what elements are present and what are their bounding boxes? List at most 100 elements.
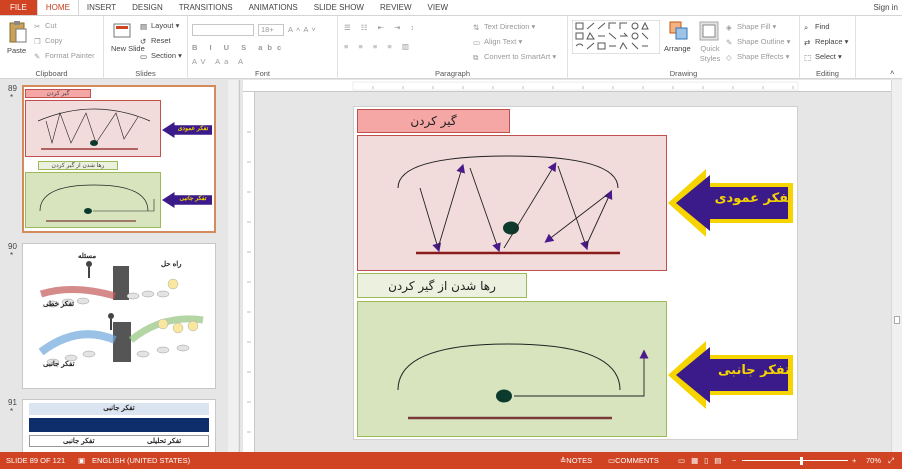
replace-icon: ⇄: [804, 37, 811, 47]
shape-outline-button[interactable]: ✎ Shape Outline ▾: [726, 37, 790, 47]
thumb89-bounce-diagram: [37, 108, 151, 150]
tab-review[interactable]: REVIEW: [372, 0, 420, 15]
paste-button[interactable]: Paste: [7, 46, 26, 55]
find-button[interactable]: ⌕ Find: [804, 22, 830, 32]
vertical-thinking-diagram-box[interactable]: [357, 135, 667, 271]
brush-icon: ✎: [34, 51, 41, 61]
tab-design[interactable]: DESIGN: [124, 0, 171, 15]
shape-fill-label: Shape Fill: [737, 22, 771, 31]
zoom-slider[interactable]: [742, 460, 848, 461]
thumb-number-91: 91: [8, 398, 17, 407]
cut-button[interactable]: ✂ Cut: [34, 21, 57, 31]
thumb89-lateral-label: تفکر جانبی: [179, 196, 207, 202]
view-buttons[interactable]: ▭▦▯▤: [678, 452, 727, 469]
paragraph-group: ☰ ☷ ⇤ ⇥ ↕ ≡ ≡ ≡ ≡ ▥ ⇅ Text Direction ▾ ▭ A…: [338, 16, 568, 80]
effects-icon: ◇: [726, 52, 732, 62]
ribbon: Paste ✂ Cut ❐ Copy ✎ Format Painter Clipboa…: [0, 15, 902, 80]
comments-label: COMMENTS: [615, 456, 659, 465]
quick-styles-button[interactable]: Quick Styles: [697, 44, 723, 64]
copy-button[interactable]: ❐ Copy: [34, 36, 63, 46]
shapes-gallery[interactable]: [572, 20, 660, 54]
paste-icon[interactable]: [8, 20, 28, 44]
font-family-combo[interactable]: [192, 24, 254, 36]
tab-insert[interactable]: INSERT: [79, 0, 124, 15]
zoom-in-button[interactable]: +: [852, 452, 856, 469]
sign-in-link[interactable]: Sign in: [874, 0, 898, 15]
layout-button[interactable]: ▤ Layout ▾: [140, 21, 179, 31]
collapse-ribbon-icon[interactable]: ˄: [890, 68, 894, 77]
align-text-button[interactable]: ▭ Align Text ▾: [473, 37, 522, 47]
section-button[interactable]: ▭ Section ▾: [140, 51, 182, 61]
slide-editing-canvas: گیر کردن تفکر عمودی رها شدن از گیر کردن …: [243, 80, 891, 452]
notes-label: NOTES: [566, 456, 593, 465]
tab-transitions[interactable]: TRANSITIONS: [171, 0, 241, 15]
find-label: Find: [815, 22, 830, 31]
thumb90-lateral-label: تفکر جانبی: [43, 361, 75, 368]
replace-label: Replace: [815, 37, 843, 46]
zoom-out-button[interactable]: −: [732, 452, 736, 469]
thumb89-release-label: رها شدن از گیر کردن: [38, 161, 118, 170]
slide-thumbnail-91[interactable]: تفکر جانبی تفکر جانبی تفکر تحلیلی: [22, 399, 216, 452]
fit-slide-icon[interactable]: ⤢: [888, 452, 894, 469]
slides-group: New Slide ▤ Layout ▾ ↺ Reset ▭ Section ▾ Sl…: [104, 16, 188, 80]
scrollbar-thumb[interactable]: [894, 316, 900, 324]
reset-icon: ↺: [140, 36, 147, 46]
format-painter-button[interactable]: ✎ Format Painter: [34, 51, 95, 61]
comments-button[interactable]: ▭ COMMENTS: [608, 452, 659, 469]
slides-label: Slides: [135, 69, 156, 78]
tab-file[interactable]: FILE: [0, 0, 37, 15]
ribbon-tabs: FILE HOME INSERT DESIGN TRANSITIONS ANIM…: [0, 0, 902, 15]
font-label: Font: [254, 69, 270, 78]
arrange-button[interactable]: Arrange: [664, 44, 691, 53]
zoom-level[interactable]: 70%: [866, 452, 881, 469]
font-size-combo[interactable]: 18+: [258, 24, 284, 36]
thumbnail-scrollbar[interactable]: [228, 80, 238, 452]
arrange-icon[interactable]: [668, 20, 690, 42]
thumb-star-90: *: [10, 251, 14, 260]
spell-check-icon[interactable]: ▣: [78, 452, 85, 469]
align-buttons[interactable]: ≡ ≡ ≡ ≡ ▥: [344, 42, 413, 51]
replace-button[interactable]: ⇄ Replace ▾: [804, 37, 848, 47]
font-color-buttons[interactable]: AV Aa A: [192, 57, 247, 66]
horizontal-ruler: [243, 80, 891, 92]
thumb-star-91: *: [10, 407, 14, 416]
stuck-title-text: گیر کردن: [410, 114, 457, 128]
shape-effects-button[interactable]: ◇ Shape Effects ▾: [726, 52, 789, 62]
slide-thumbnail-90[interactable]: مسئله راه حل تفکر خطی تفکر جانبی: [22, 243, 216, 389]
list-buttons[interactable]: ☰ ☷ ⇤ ⇥ ↕: [344, 23, 418, 32]
select-button[interactable]: ⬚ Select ▾: [804, 52, 842, 62]
language-status[interactable]: ENGLISH (UNITED STATES): [92, 452, 190, 469]
tab-animations[interactable]: ANIMATIONS: [241, 0, 306, 15]
select-label: Select: [815, 52, 836, 61]
tab-home[interactable]: HOME: [36, 0, 79, 15]
quick-styles-icon[interactable]: [698, 20, 720, 42]
thumb90-linear-label: تفکر خطی: [43, 301, 75, 308]
drawing-group: Arrange Quick Styles ◈ Shape Fill ▾ ✎ Shap…: [568, 16, 800, 80]
paragraph-label: Paragraph: [434, 69, 471, 78]
font-style-buttons[interactable]: B I U S abc: [192, 43, 286, 52]
lateral-thinking-diagram-box[interactable]: [357, 301, 667, 437]
tab-slide-show[interactable]: SLIDE SHOW: [306, 0, 372, 15]
slide-count-status: SLIDE 89 OF 121: [6, 456, 66, 465]
grow-shrink-font-buttons[interactable]: A˄A˅: [288, 25, 319, 34]
thumb91-lateral: تفکر جانبی: [63, 438, 95, 445]
font-group: 18+ A˄A˅ B I U S abc AV Aa A Font: [188, 16, 338, 80]
canvas-vertical-scrollbar[interactable]: [891, 80, 902, 452]
tab-view[interactable]: VIEW: [420, 0, 456, 15]
reset-button[interactable]: ↺ Reset: [140, 36, 171, 46]
cut-label: Cut: [45, 21, 57, 30]
lateral-diagram: [397, 343, 649, 420]
thumb89-green-box: [25, 172, 161, 228]
convert-smartart-button[interactable]: ⧉ Convert to SmartArt ▾: [473, 52, 556, 62]
new-slide-icon[interactable]: [112, 21, 132, 41]
thumb91-table: [29, 435, 209, 447]
current-slide[interactable]: گیر کردن تفکر عمودی رها شدن از گیر کردن …: [353, 106, 798, 440]
slide-thumbnail-89[interactable]: گیر کردن تفکر عمودی رها شدن از گیر کردن …: [22, 85, 216, 233]
zoom-slider-thumb[interactable]: [800, 457, 803, 465]
notes-button[interactable]: ≙ NOTES: [560, 452, 592, 469]
vertical-ruler: [243, 92, 255, 452]
shape-fill-button[interactable]: ◈ Shape Fill ▾: [726, 22, 776, 32]
text-direction-button[interactable]: ⇅ Text Direction ▾: [473, 22, 535, 32]
align-text-icon: ▭: [473, 37, 481, 47]
thumb90-problem-label: مسئله: [78, 253, 97, 260]
